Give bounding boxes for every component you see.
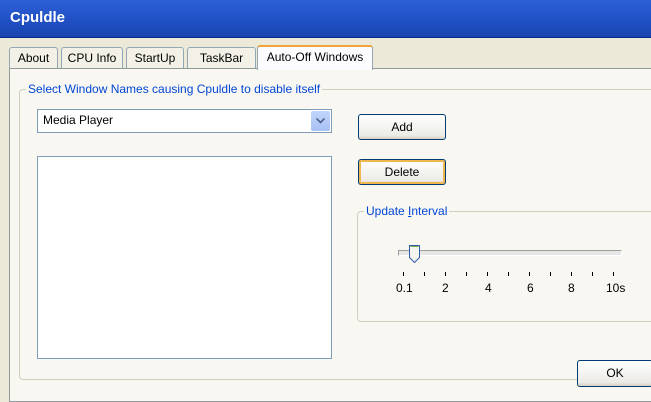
tab-about[interactable]: About [9,47,58,68]
window-name-combobox-value: Media Player [43,113,114,127]
slider-tick [466,272,467,276]
tick-label-6: 6 [527,281,534,295]
update-interval-group: Update Interval [357,204,651,322]
tab-taskbar[interactable]: TaskBar [187,47,256,68]
update-interval-legend-text: Update Interval [366,204,448,218]
window-client-area: About CPU Info StartUp TaskBar Auto-Off … [0,38,651,402]
tab-auto-off-windows[interactable]: Auto-Off Windows [257,45,373,70]
delete-button[interactable]: Delete [358,159,446,185]
update-interval-label: Update Interval [364,204,449,218]
window-names-listbox[interactable] [37,156,332,359]
update-interval-slider-track[interactable] [398,250,622,256]
slider-tick [571,272,572,276]
tick-label-0-1: 0.1 [396,281,413,295]
tick-label-2: 2 [442,281,449,295]
window-name-combobox[interactable]: Media Player [37,109,332,133]
tab-startup[interactable]: StartUp [126,47,184,68]
ok-button[interactable]: OK [577,360,651,387]
tick-label-10s: 10s [606,281,626,295]
add-button[interactable]: Add [358,114,446,140]
tick-label-8: 8 [568,281,575,295]
window-title: Cpuldle [10,9,65,26]
window-names-group-label: Select Window Names causing Cpuldle to d… [28,82,321,96]
slider-tick [487,272,488,276]
tick-label-4: 4 [485,281,492,295]
slider-tick [508,272,509,276]
title-bar[interactable]: Cpuldle [0,0,651,38]
slider-tick [424,272,425,276]
slider-tick [592,272,593,276]
update-interval-slider-thumb[interactable] [409,245,420,263]
slider-tick [613,272,614,276]
tab-cpu-info[interactable]: CPU Info [61,47,123,68]
slider-tick [550,272,551,276]
slider-tick [445,272,446,276]
chevron-down-icon[interactable] [311,111,330,131]
slider-tick [529,272,530,276]
slider-tick [403,272,404,276]
